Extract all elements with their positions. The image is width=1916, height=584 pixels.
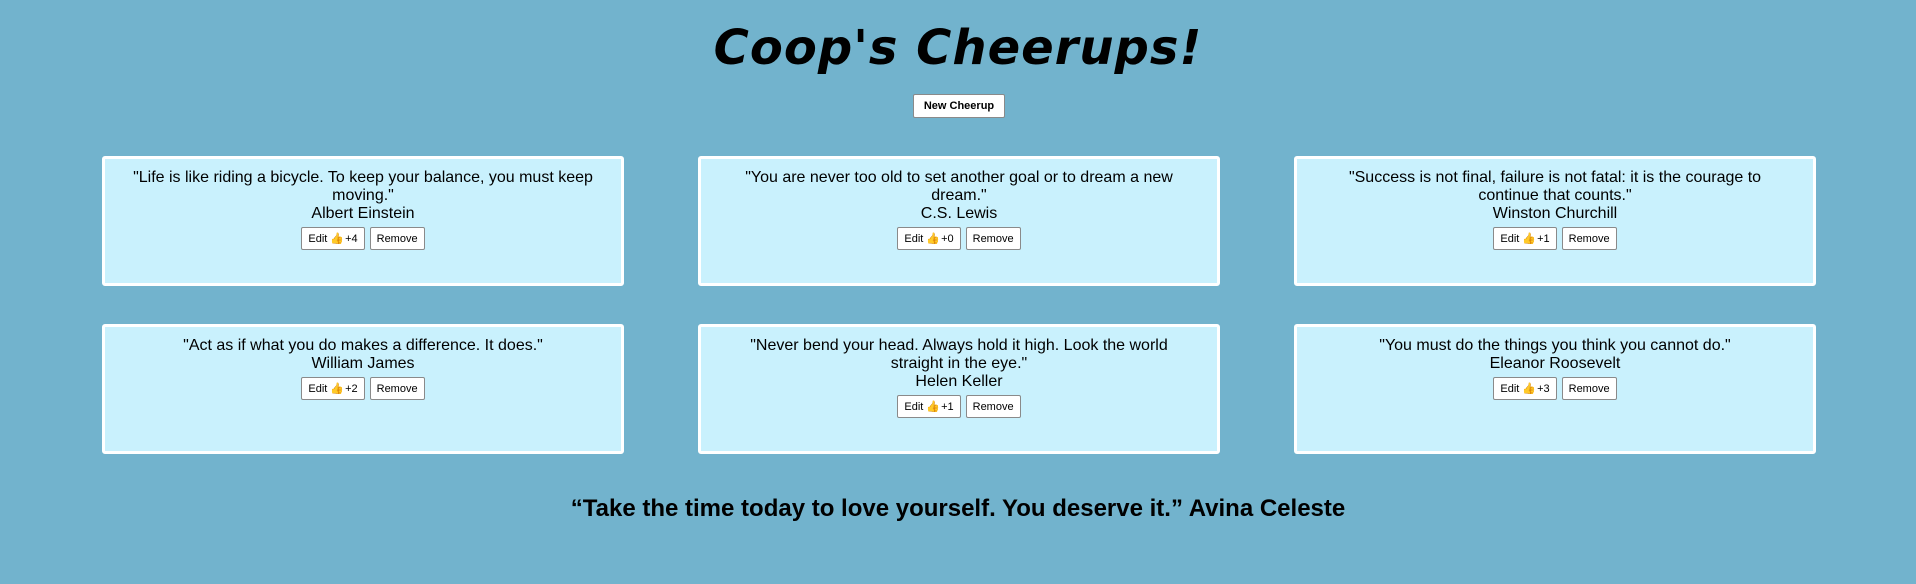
edit-button[interactable]: Edit 👍 +0 [897,227,961,250]
cheerup-quote: "Act as if what you do makes a differenc… [183,337,543,354]
like-count: +0 [941,232,954,245]
edit-label: Edit [1500,382,1520,395]
thumbs-up-icon: 👍 [926,233,941,245]
remove-button[interactable]: Remove [965,227,1021,250]
cheerup-author: William James [311,355,415,372]
edit-label: Edit [308,232,328,245]
cheerup-author: C.S. Lewis [920,205,998,222]
card-actions: Edit 👍 +0 Remove [723,227,1195,250]
thumbs-up-icon: 👍 [926,401,941,413]
like-count: +1 [941,400,954,413]
cheerup-quote: "Never bend your head. Always hold it hi… [750,337,1168,372]
page: Coop's Cheerups! New Cheerup "Life is li… [0,0,1916,584]
cheerup-quote: "You are never too old to set another go… [745,169,1173,204]
card-actions: Edit 👍 +4 Remove [127,227,599,250]
edit-label: Edit [308,382,328,395]
cheerup-quote: "Success is not final, failure is not fa… [1348,169,1762,204]
card-actions: Edit 👍 +1 Remove [1319,227,1791,250]
edit-button[interactable]: Edit 👍 +2 [301,377,365,400]
like-count: +4 [345,232,358,245]
remove-button[interactable]: Remove [1561,377,1617,400]
cheerup-card: "Act as if what you do makes a differenc… [102,324,624,454]
cheerup-card: "Never bend your head. Always hold it hi… [698,324,1220,454]
cheerup-card: "You must do the things you think you ca… [1294,324,1816,454]
thumbs-up-icon: 👍 [1522,383,1537,395]
cheerup-author: Winston Churchill [1492,205,1618,222]
new-cheerup-button[interactable]: New Cheerup [913,94,1005,118]
cheerup-quote: "You must do the things you think you ca… [1379,337,1731,354]
card-actions: Edit 👍 +2 Remove [127,377,599,400]
page-title: Coop's Cheerups! [713,20,1203,76]
cheerup-author: Albert Einstein [311,205,415,222]
cheerup-card: "Life is like riding a bicycle. To keep … [102,156,624,286]
remove-button[interactable]: Remove [965,395,1021,418]
remove-button[interactable]: Remove [369,377,425,400]
cheerup-grid: "Life is like riding a bicycle. To keep … [102,156,1816,454]
edit-label: Edit [904,232,924,245]
card-actions: Edit 👍 +3 Remove [1319,377,1791,400]
cheerup-card: "Success is not final, failure is not fa… [1294,156,1816,286]
like-count: +2 [345,382,358,395]
remove-button[interactable]: Remove [369,227,425,250]
cheerup-quote: "Life is like riding a bicycle. To keep … [133,169,593,204]
cheerup-author: Eleanor Roosevelt [1489,355,1621,372]
thumbs-up-icon: 👍 [330,383,345,395]
edit-button[interactable]: Edit 👍 +1 [897,395,961,418]
card-actions: Edit 👍 +1 Remove [723,395,1195,418]
like-count: +3 [1537,382,1550,395]
edit-button[interactable]: Edit 👍 +1 [1493,227,1557,250]
like-count: +1 [1537,232,1550,245]
featured-quote: “Take the time today to love yourself. Y… [570,495,1346,522]
cheerup-card: "You are never too old to set another go… [698,156,1220,286]
edit-button[interactable]: Edit 👍 +4 [301,227,365,250]
remove-button[interactable]: Remove [1561,227,1617,250]
edit-label: Edit [904,400,924,413]
thumbs-up-icon: 👍 [1522,233,1537,245]
cheerup-author: Helen Keller [915,373,1003,390]
thumbs-up-icon: 👍 [330,233,345,245]
edit-button[interactable]: Edit 👍 +3 [1493,377,1557,400]
edit-label: Edit [1500,232,1520,245]
